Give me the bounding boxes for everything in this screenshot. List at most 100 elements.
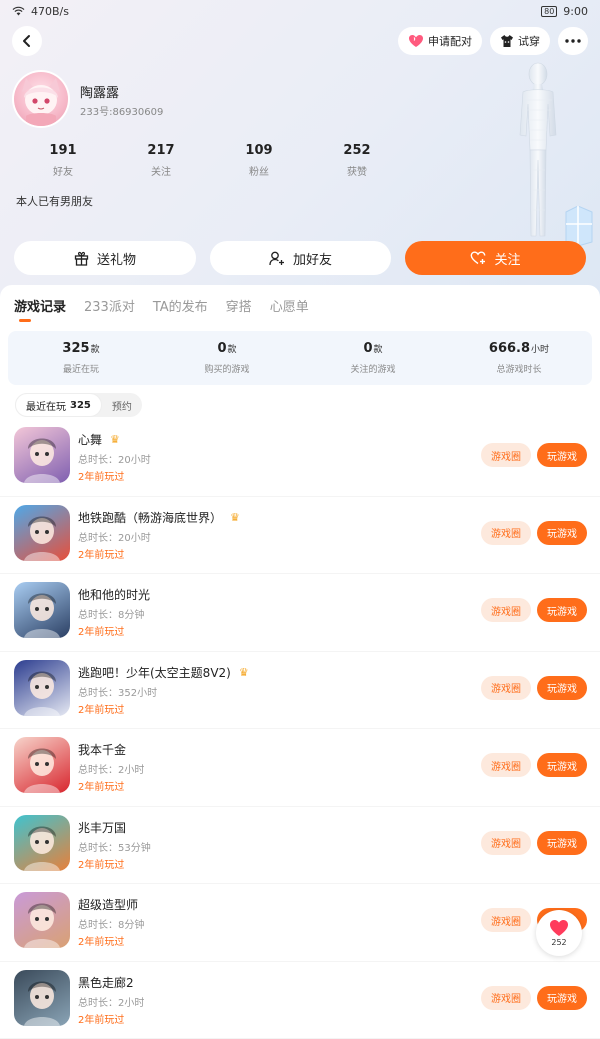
game-circle-button[interactable]: 游戏圈 [481, 598, 531, 622]
game-list: 心舞♛总时长：20小时2年前玩过游戏圈玩游戏地铁跑酷（畅游海底世界）♛总时长：2… [0, 419, 600, 1039]
play-game-button[interactable]: 玩游戏 [537, 521, 587, 545]
send-gift-button[interactable]: 送礼物 [14, 241, 196, 275]
game-name: 地铁跑酷（畅游海底世界） [78, 509, 222, 526]
stat-value: 252 [308, 143, 406, 158]
game-duration: 总时长：53分钟 [78, 839, 151, 854]
game-name-row: 兆丰万国 [78, 819, 126, 836]
game-row[interactable]: 兆丰万国总时长：53分钟2年前玩过游戏圈玩游戏 [0, 807, 600, 885]
play-game-button[interactable]: 玩游戏 [537, 986, 587, 1010]
tab-233-party[interactable]: 233派对 [84, 296, 135, 315]
game-row[interactable]: 我本千金总时长：2小时2年前玩过游戏圈玩游戏 [0, 729, 600, 807]
send-gift-label: 送礼物 [97, 249, 136, 268]
battery-icon: 80 [541, 6, 557, 17]
summary-recent[interactable]: 325款 最近在玩 [8, 341, 154, 375]
heart-pair-icon [408, 34, 424, 48]
game-row[interactable]: 地铁跑酷（畅游海底世界）♛总时长：20小时2年前玩过游戏圈玩游戏 [0, 497, 600, 575]
game-circle-button[interactable]: 游戏圈 [481, 753, 531, 777]
network-speed: 470B/s [31, 5, 69, 18]
tab-game-records[interactable]: 游戏记录 [14, 296, 66, 315]
crown-icon: ♛ [110, 433, 120, 446]
summary-value: 0款 [300, 341, 446, 356]
summary-total-time[interactable]: 666.8小时 总游戏时长 [446, 341, 592, 375]
game-circle-button[interactable]: 游戏圈 [481, 676, 531, 700]
game-last-played: 2年前玩过 [78, 468, 124, 483]
back-button[interactable] [12, 26, 42, 56]
gift-icon [74, 251, 89, 266]
game-icon[interactable] [14, 660, 70, 716]
like-count: 252 [551, 938, 566, 947]
stat-value: 217 [112, 143, 210, 158]
summary-value: 0款 [154, 341, 300, 356]
active-tab-indicator [19, 319, 31, 322]
floating-like-button[interactable]: 252 [536, 910, 582, 956]
game-row[interactable]: 他和他的时光总时长：8分钟2年前玩过游戏圈玩游戏 [0, 574, 600, 652]
play-game-button[interactable]: 玩游戏 [537, 598, 587, 622]
play-game-button[interactable]: 玩游戏 [537, 753, 587, 777]
stat-label: 获赞 [308, 163, 406, 178]
try-on-button[interactable]: 试穿 [490, 27, 550, 55]
play-game-button[interactable]: 玩游戏 [537, 676, 587, 700]
stat-friends[interactable]: 191 好友 [14, 143, 112, 178]
follow-button[interactable]: 关注 [405, 241, 586, 275]
filter-recent-chip[interactable]: 最近在玩325 [15, 393, 102, 417]
bio: 本人已有男朋友 [16, 193, 93, 209]
try-on-label: 试穿 [518, 33, 540, 49]
content-panel: 游戏记录 233派对 TA的发布 穿搭 心愿单 325款 最近在玩 0款 购买的… [0, 285, 600, 1000]
wifi-icon [12, 6, 25, 16]
status-time: 9:00 [563, 5, 588, 18]
game-name-row: 逃跑吧！少年(太空主题8V2) ♛ [78, 664, 249, 681]
game-circle-button[interactable]: 游戏圈 [481, 831, 531, 855]
summary-purchased[interactable]: 0款 购买的游戏 [154, 341, 300, 375]
game-circle-button[interactable]: 游戏圈 [481, 521, 531, 545]
game-circle-button[interactable]: 游戏圈 [481, 443, 531, 467]
tab-posts[interactable]: TA的发布 [153, 296, 208, 315]
game-icon[interactable] [14, 737, 70, 793]
summary-label: 关注的游戏 [300, 362, 446, 375]
game-name-row: 超级造型师 [78, 896, 138, 913]
filter-reserve-chip[interactable]: 预约 [102, 393, 142, 417]
tab-outfits[interactable]: 穿搭 [226, 296, 252, 315]
account-id: 233号:86930609 [80, 103, 163, 118]
game-name-row: 黑色走廊2 [78, 974, 134, 991]
play-game-button[interactable]: 玩游戏 [537, 443, 587, 467]
more-button[interactable] [558, 27, 588, 55]
game-duration: 总时长：2小时 [78, 994, 144, 1009]
game-icon[interactable] [14, 892, 70, 948]
summary-value: 325款 [8, 341, 154, 356]
game-name: 心舞 [78, 431, 102, 448]
game-icon[interactable] [14, 815, 70, 871]
game-circle-button[interactable]: 游戏圈 [481, 986, 531, 1010]
summary-label: 最近在玩 [8, 362, 154, 375]
game-summary: 325款 最近在玩 0款 购买的游戏 0款 关注的游戏 666.8小时 总游戏时… [8, 331, 592, 385]
stat-likes[interactable]: 252 获赞 [308, 143, 406, 178]
game-row[interactable]: 心舞♛总时长：20小时2年前玩过游戏圈玩游戏 [0, 419, 600, 497]
game-duration: 总时长：352小时 [78, 684, 157, 699]
tab-wishlist[interactable]: 心愿单 [270, 296, 309, 315]
game-name-row: 地铁跑酷（畅游海底世界）♛ [78, 509, 240, 526]
game-icon[interactable] [14, 505, 70, 561]
stat-fans[interactable]: 109 粉丝 [210, 143, 308, 178]
game-art-icon [14, 815, 70, 871]
more-dots-icon [565, 39, 581, 43]
game-name: 黑色走廊2 [78, 974, 134, 991]
crown-icon: ♛ [239, 666, 249, 679]
game-circle-button[interactable]: 游戏圈 [481, 908, 531, 932]
filter-reserve-label: 预约 [112, 398, 132, 413]
add-friend-button[interactable]: 加好友 [210, 241, 391, 275]
game-icon[interactable] [14, 582, 70, 638]
game-last-played: 2年前玩过 [78, 933, 124, 948]
summary-followed[interactable]: 0款 关注的游戏 [300, 341, 446, 375]
filter-recent-label: 最近在玩 [26, 398, 66, 413]
game-name: 逃跑吧！少年(太空主题8V2) [78, 664, 231, 681]
apply-match-button[interactable]: 申请配对 [398, 27, 482, 55]
avatar-illustration [14, 72, 68, 126]
avatar[interactable] [12, 70, 70, 128]
game-icon[interactable] [14, 970, 70, 1026]
game-row[interactable]: 逃跑吧！少年(太空主题8V2)♛总时长：352小时2年前玩过游戏圈玩游戏 [0, 652, 600, 730]
game-name: 我本千金 [78, 741, 126, 758]
game-row[interactable]: 超级造型师总时长：8分钟2年前玩过游戏圈玩游戏 [0, 884, 600, 962]
game-icon[interactable] [14, 427, 70, 483]
stat-following[interactable]: 217 关注 [112, 143, 210, 178]
play-game-button[interactable]: 玩游戏 [537, 831, 587, 855]
game-row[interactable]: 黑色走廊2总时长：2小时2年前玩过游戏圈玩游戏 [0, 962, 600, 1039]
